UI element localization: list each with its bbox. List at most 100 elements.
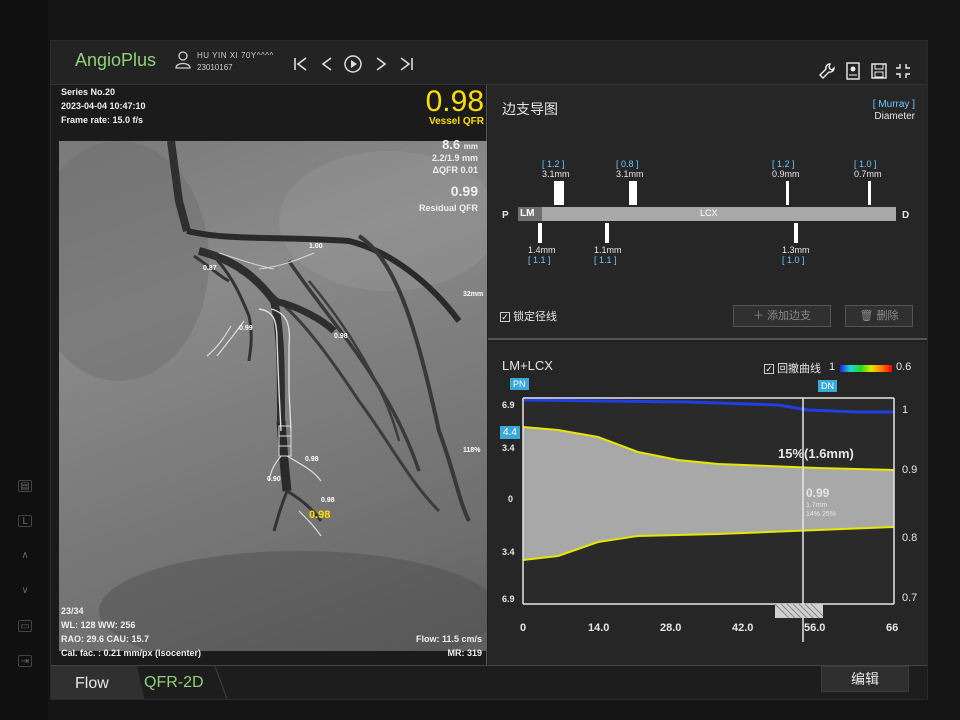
y-axis-right-label: 1: [902, 404, 909, 416]
lower-branch-marker[interactable]: [538, 223, 542, 243]
lower-branch-ratio: [ 1.1 ]: [594, 255, 617, 265]
lcx-label: LCX: [700, 208, 718, 218]
delta-qfr: ΔQFR 0.01: [432, 165, 478, 175]
upper-branch-ratio: [ 1.2 ]: [542, 159, 565, 169]
y-axis-left-label: 0: [508, 494, 514, 504]
wrench-icon[interactable]: [817, 61, 837, 81]
diameter-label: Diameter: [874, 111, 915, 122]
y-axis-left-label: 3.4: [502, 547, 515, 557]
angiogram-panel: Series No.20 2023-04-04 10:47:10 Frame r…: [51, 85, 487, 665]
mr-value: MR: 319: [447, 648, 482, 658]
cursor-stenosis-percent: 14% 25%: [806, 511, 836, 518]
last-frame-icon[interactable]: [396, 54, 416, 74]
monitor-button-up[interactable]: ∧: [18, 550, 32, 562]
app-screen: AngioPlus HU YIN XI 70Y^^^^ 23010167 Ser…: [50, 40, 928, 700]
cursor-qfr-value: 0.99: [806, 486, 830, 500]
add-branch-button[interactable]: ＋ 添加边支: [733, 305, 831, 327]
upper-branch-ratio: [ 0.8 ]: [616, 159, 639, 169]
previous-frame-icon[interactable]: [317, 54, 337, 74]
upper-branch-diameter: 0.7mm: [854, 169, 882, 179]
flow-velocity: Flow: 11.5 cm/s: [415, 634, 482, 644]
user-icon: [175, 51, 191, 69]
y-axis-left-label: 6.9: [502, 400, 515, 410]
lower-branch-marker[interactable]: [605, 223, 609, 243]
acquisition-datetime: 2023-04-04 10:47:10: [61, 101, 146, 111]
vessel-qfr-label: Vessel QFR: [428, 116, 484, 127]
edit-button[interactable]: 编辑: [821, 666, 909, 692]
vessel-label: 1.00: [309, 243, 323, 250]
lm-label: LM: [520, 208, 535, 219]
vessel-label: 0.87: [203, 265, 217, 272]
branch-guide-title: 边支导图: [502, 101, 558, 117]
frame-index: 23/34: [61, 606, 84, 616]
diameter-range: 2.2/1.9 mm: [431, 153, 478, 163]
cursor-diameter: 1.7mm: [806, 502, 828, 509]
bottom-bar: Flow QFR-2D 编辑: [51, 665, 927, 699]
projection-angle: RAO: 29.6 CAU: 15.7: [61, 634, 150, 644]
upper-branch-marker[interactable]: [629, 181, 637, 205]
delete-button[interactable]: 🗑 删除: [845, 305, 913, 327]
scale-bottom-label: 118%: [463, 447, 481, 454]
scale-top-label: 32mm: [463, 291, 484, 298]
vessel-label: 0.98: [334, 333, 348, 340]
x-axis-tick: 14.0: [588, 622, 610, 634]
upper-branch-marker[interactable]: [786, 181, 789, 205]
proximal-label: P: [502, 210, 509, 221]
upper-branch-ratio: [ 1.2 ]: [772, 159, 795, 169]
y-axis-right-label: 0.9: [902, 464, 918, 476]
lesion-length-value: 8.6: [442, 137, 461, 152]
murray-toggle[interactable]: [ Murray ]: [873, 99, 915, 110]
frame-rate: Frame rate: 15.0 f/s: [61, 115, 144, 125]
upper-branch-diameter: 0.9mm: [772, 169, 800, 179]
monitor-button-menu[interactable]: ▤: [18, 480, 32, 492]
plus-icon: ＋: [752, 310, 764, 322]
lesion-length-unit: mm: [463, 142, 478, 151]
selected-qfr-label: 0.98: [309, 509, 331, 521]
tab-flow[interactable]: Flow: [51, 666, 137, 699]
patient-id: 23010167: [197, 63, 233, 72]
y-axis-left-label: 3.4: [502, 443, 515, 453]
monitor-button-down[interactable]: ∨: [18, 585, 32, 597]
series-number: Series No.20: [61, 87, 116, 97]
monitor-button-l[interactable]: L: [18, 515, 32, 527]
fullscreen-icon[interactable]: [893, 61, 913, 81]
upper-branch-ratio: [ 1.0 ]: [854, 159, 877, 169]
residual-qfr-value: 0.99: [450, 183, 478, 199]
pullback-curve-panel: LM+LCX ✓ 回撤曲线 1 0.6 PN DN 4.4 6.9 3.4 0 …: [488, 342, 928, 665]
diameter-qfr-plot[interactable]: [488, 342, 928, 665]
upper-branch-diameter: 3.1mm: [616, 169, 644, 179]
y-axis-left-label: 6.9: [502, 594, 515, 604]
patient-name: HU YIN XI 70Y^^^^: [197, 51, 274, 60]
play-icon[interactable]: [343, 54, 363, 74]
x-axis-tick: 0: [520, 622, 527, 634]
residual-qfr-label: Residual QFR: [418, 203, 478, 213]
next-frame-icon[interactable]: [371, 54, 391, 74]
lock-diameter-checkbox[interactable]: ✓ 锁定径线: [500, 308, 557, 324]
upper-branch-marker[interactable]: [554, 181, 564, 205]
tab-qfr-2d[interactable]: QFR-2D: [144, 674, 204, 692]
y-axis-right-label: 0.7: [902, 592, 918, 604]
tab-divider: [214, 666, 229, 699]
lower-branch-diameter: 1.4mm: [528, 245, 556, 255]
upper-branch-marker[interactable]: [868, 181, 871, 205]
angiogram-image[interactable]: 1.00 0.87 0.99 0.98 0.98 0.90 0.98 0.98 …: [59, 141, 487, 651]
stenosis-label: 15%(1.6mm): [778, 446, 854, 461]
window-level: WL: 128 WW: 256: [61, 620, 136, 630]
save-icon[interactable]: [869, 61, 889, 81]
lower-branch-ratio: [ 1.1 ]: [528, 255, 551, 265]
x-axis-tick: 56.0: [804, 622, 826, 634]
lower-branch-marker[interactable]: [794, 223, 798, 243]
first-frame-icon[interactable]: [291, 54, 311, 74]
coronary-vessel-tree: [59, 141, 487, 651]
x-axis-tick: 42.0: [732, 622, 754, 634]
report-icon[interactable]: [843, 61, 863, 81]
distal-label: D: [902, 210, 910, 221]
monitor-button-display[interactable]: ▭: [18, 620, 32, 632]
checkbox-icon[interactable]: ✓: [500, 312, 510, 322]
monitor: ▤ L ∧ ∨ ▭ ⇥ AngioPlus HU YIN XI 70Y^^^^ …: [0, 0, 960, 720]
app-logo: AngioPlus: [75, 50, 157, 70]
vessel-label: 0.98: [305, 456, 319, 463]
add-branch-label: 添加边支: [767, 310, 812, 322]
monitor-button-input[interactable]: ⇥: [18, 655, 32, 667]
vessel-label: 0.99: [239, 325, 253, 332]
